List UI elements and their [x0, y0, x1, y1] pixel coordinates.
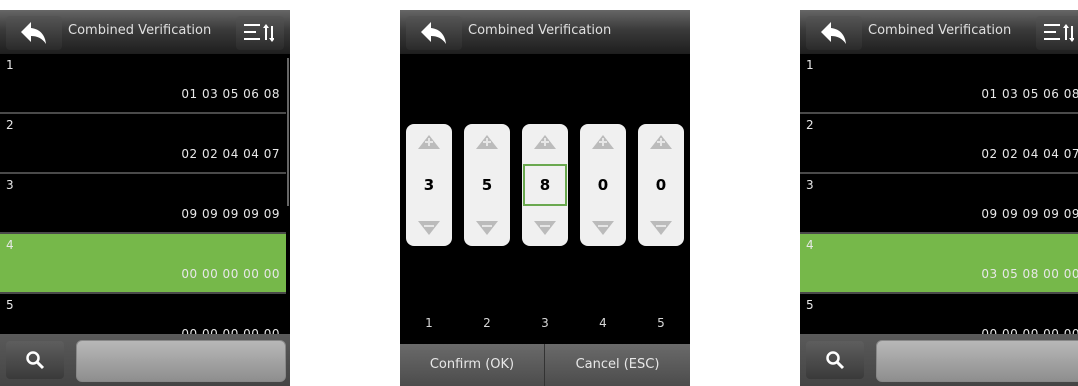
column-number: 5: [657, 316, 665, 330]
header-bar: Combined Verification: [800, 10, 1078, 54]
digit-value[interactable]: 5: [467, 166, 507, 204]
screen-list-after: Combined Verification 1 01 03 05 06 08 2 0…: [800, 10, 1078, 386]
up-arrow-icon[interactable]: [589, 132, 617, 152]
list-item-selected[interactable]: 4 03 05 08 00 00: [800, 234, 1078, 294]
digit-value[interactable]: 0: [583, 166, 623, 204]
row-value: 01 03 05 06 08: [981, 87, 1078, 101]
digit-value[interactable]: 3: [409, 166, 449, 204]
list-item[interactable]: 3 09 09 09 09 09: [0, 174, 286, 234]
list-item[interactable]: 3 09 09 09 09 09: [800, 174, 1078, 234]
page-title: Combined Verification: [68, 23, 212, 38]
digit-spinner-2: 5: [464, 124, 510, 246]
back-arrow-icon: [21, 22, 46, 44]
search-icon: [826, 351, 845, 370]
sort-icon: [1044, 24, 1074, 42]
down-arrow-icon[interactable]: [473, 218, 501, 238]
up-arrow-icon[interactable]: [473, 132, 501, 152]
row-index: 2: [806, 118, 814, 132]
down-arrow-icon[interactable]: [531, 218, 559, 238]
digit-spinner-1: 3: [406, 124, 452, 246]
header-bar: Combined Verification: [400, 10, 690, 54]
up-arrow-icon[interactable]: [531, 132, 559, 152]
row-value: 02 02 04 04 07: [181, 147, 280, 161]
sort-icon: [244, 24, 274, 42]
combination-list: 1 01 03 05 06 08 2 02 02 04 04 07 3 09 09 0…: [800, 54, 1078, 354]
list-item[interactable]: 2 02 02 04 04 07: [0, 114, 286, 174]
digit-value[interactable]: 0: [641, 166, 681, 204]
row-value: 09 09 09 09 09: [181, 207, 280, 221]
back-arrow-icon: [421, 22, 446, 44]
row-index: 5: [6, 298, 14, 312]
down-arrow-icon[interactable]: [589, 218, 617, 238]
page-title: Combined Verification: [468, 23, 612, 38]
sort-button[interactable]: [236, 16, 284, 50]
digit-value-focused[interactable]: 8: [523, 164, 567, 206]
up-arrow-icon[interactable]: [415, 132, 443, 152]
back-button[interactable]: [406, 16, 462, 50]
list-item[interactable]: 1 01 03 05 06 08: [800, 54, 1078, 114]
back-arrow-icon: [821, 22, 846, 44]
search-bar: [800, 334, 1078, 386]
scrollbar[interactable]: [287, 58, 289, 206]
row-index: 4: [806, 238, 814, 252]
row-index: 1: [6, 58, 14, 72]
dialog-button-bar: Confirm (OK) Cancel (ESC): [400, 344, 690, 386]
row-value: 01 03 05 06 08: [181, 87, 280, 101]
screen-list-before: Combined Verification 1 01 03 05 06 08 2 0…: [0, 10, 290, 386]
back-button[interactable]: [806, 16, 862, 50]
digit-spinner-4: 0: [580, 124, 626, 246]
down-arrow-icon[interactable]: [647, 218, 675, 238]
row-index: 2: [6, 118, 14, 132]
column-number: 1: [425, 316, 433, 330]
row-value: 03 05 08 00 00: [981, 267, 1078, 281]
back-button[interactable]: [6, 16, 62, 50]
down-arrow-icon[interactable]: [415, 218, 443, 238]
header-bar: Combined Verification: [0, 10, 290, 54]
column-number: 4: [599, 316, 607, 330]
digit-spinner-5: 0: [638, 124, 684, 246]
column-number: 3: [541, 316, 549, 330]
row-index: 4: [6, 238, 14, 252]
row-value: 00 00 00 00 00: [181, 267, 280, 281]
list-item[interactable]: 1 01 03 05 06 08: [0, 54, 286, 114]
combination-list: 1 01 03 05 06 08 2 02 02 04 04 07 3 09 09 0…: [0, 54, 286, 354]
cancel-button[interactable]: Cancel (ESC): [545, 344, 690, 386]
digit-spinner-3: 8: [522, 124, 568, 246]
confirm-button[interactable]: Confirm (OK): [400, 344, 545, 386]
search-icon: [26, 351, 45, 370]
row-value: 02 02 04 04 07: [981, 147, 1078, 161]
search-button[interactable]: [6, 341, 64, 379]
search-input[interactable]: [876, 340, 1078, 382]
list-item[interactable]: 2 02 02 04 04 07: [800, 114, 1078, 174]
search-bar: [0, 334, 290, 386]
screen-edit-dialog: Combined Verification 3 5 8 0 0 1 2 3 4 …: [400, 10, 690, 386]
row-index: 3: [6, 178, 14, 192]
row-value: 09 09 09 09 09: [981, 207, 1078, 221]
page-title: Combined Verification: [868, 23, 1012, 38]
search-input[interactable]: [76, 340, 286, 382]
row-index: 5: [806, 298, 814, 312]
sort-button[interactable]: [1036, 16, 1078, 50]
row-index: 3: [806, 178, 814, 192]
up-arrow-icon[interactable]: [647, 132, 675, 152]
column-number: 2: [483, 316, 491, 330]
list-item-selected[interactable]: 4 00 00 00 00 00: [0, 234, 286, 294]
search-button[interactable]: [806, 341, 864, 379]
row-index: 1: [806, 58, 814, 72]
